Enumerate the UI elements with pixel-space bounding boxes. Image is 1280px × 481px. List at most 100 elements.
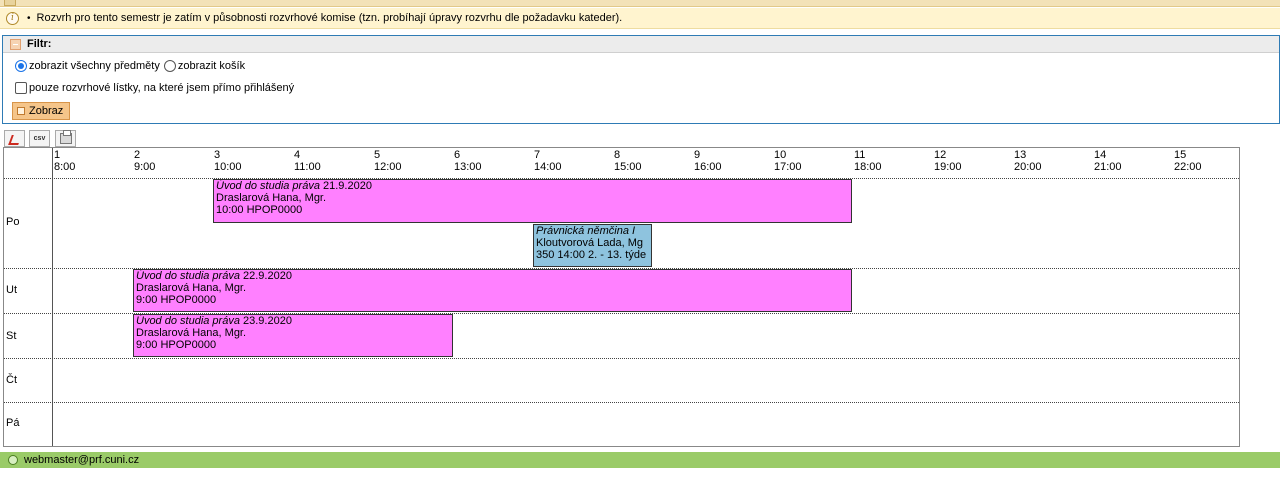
day-label-tuesday: Ut	[6, 284, 17, 296]
time-header-13: 13 20:00	[1014, 149, 1042, 173]
time-header-8: 8 15:00	[614, 149, 642, 173]
slot-time: 13:00	[454, 161, 482, 173]
radio-cart-label[interactable]: zobrazit košík	[178, 60, 245, 72]
slot-time: 17:00	[774, 161, 802, 173]
slot-number: 15	[1174, 149, 1187, 161]
event-teacher: Draslarová Hana, Mgr.	[136, 282, 247, 294]
print-icon	[59, 130, 72, 144]
print-button[interactable]	[55, 130, 76, 147]
event-info: 9:00 HPOP0000	[136, 339, 217, 351]
slot-number: 1	[54, 149, 61, 161]
slot-number: 13	[1014, 149, 1027, 161]
slot-time: 19:00	[934, 161, 962, 173]
event-title: Úvod do studia práva	[216, 180, 320, 192]
slot-number: 3	[214, 149, 221, 161]
footer-bar: webmaster@prf.cuni.cz	[0, 452, 1280, 468]
export-pdf-button[interactable]	[4, 130, 25, 147]
notice-bar: i • Rozvrh pro tento semestr je zatím v …	[0, 8, 1280, 29]
filter-title: Filtr:	[27, 38, 52, 50]
slot-time: 8:00	[54, 161, 76, 173]
row-divider	[4, 402, 1239, 403]
time-header-5: 5 12:00	[374, 149, 402, 173]
notice-text: Rozvrh pro tento semestr je zatím v půso…	[36, 12, 623, 24]
pdf-icon	[9, 134, 20, 144]
slot-time: 12:00	[374, 161, 402, 173]
row-divider	[4, 358, 1239, 359]
event-uvod-wednesday[interactable]: Úvod do studia práva 23.9.2020 Draslarov…	[133, 314, 453, 357]
time-header-1: 1 8:00	[54, 149, 75, 173]
button-icon	[17, 107, 25, 115]
time-header-10: 10 17:00	[774, 149, 802, 173]
event-info: 350 14:00 2. - 13. týde	[536, 249, 647, 261]
schedule-grid: 1 8:00 2 9:00 3 10:00 4 11:00 5 12:00 6 13:00 …	[3, 147, 1240, 447]
export-csv-button[interactable]: csv	[29, 130, 50, 147]
slot-number: 4	[294, 149, 301, 161]
slot-number: 6	[454, 149, 461, 161]
event-uvod-tuesday[interactable]: Úvod do studia práva 22.9.2020 Draslarov…	[133, 269, 852, 312]
slot-number: 14	[1094, 149, 1107, 161]
time-header-15: 15 22:00	[1174, 149, 1202, 173]
event-teacher: Draslarová Hana, Mgr.	[216, 192, 327, 204]
slot-number: 11	[854, 149, 866, 161]
slot-time: 11:00	[294, 161, 321, 173]
radio-cart[interactable]	[163, 60, 176, 72]
slot-time: 15:00	[614, 161, 642, 173]
bullet: •	[27, 12, 31, 24]
radio-all-label[interactable]: zobrazit všechny předměty	[29, 60, 160, 72]
collapse-tab[interactable]	[4, 0, 16, 6]
filter-panel: Filtr: zobrazit všechny předměty zobrazi…	[2, 35, 1280, 124]
only-enrolled-label[interactable]: pouze rozvrhové lístky, na které jsem př…	[29, 82, 294, 94]
day-label-friday: Pá	[6, 417, 20, 429]
time-header-6: 6 13:00	[454, 149, 482, 173]
radio-all-subjects[interactable]	[15, 60, 27, 72]
time-header-3: 3 10:00	[214, 149, 242, 173]
slot-number: 5	[374, 149, 381, 161]
slot-time: 22:00	[1174, 161, 1202, 173]
slot-number: 7	[534, 149, 541, 161]
collapse-icon[interactable]	[10, 38, 21, 50]
time-header-7: 7 14:00	[534, 149, 562, 173]
time-header-14: 14 21:00	[1094, 149, 1122, 173]
day-label-thursday: Čt	[6, 374, 17, 386]
enrolled-option: pouze rozvrhové lístky, na které jsem př…	[15, 82, 294, 94]
event-title: Úvod do studia práva	[136, 315, 240, 327]
slot-number: 2	[134, 149, 141, 161]
top-strip	[0, 0, 1280, 7]
contact-icon	[8, 455, 18, 465]
event-date: 22.9.2020	[243, 270, 292, 282]
display-options: zobrazit všechny předměty zobrazit košík	[15, 60, 245, 72]
slot-time: 14:00	[534, 161, 562, 173]
time-header-12: 12 19:00	[934, 149, 962, 173]
slot-time: 20:00	[1014, 161, 1042, 173]
event-info: 10:00 HPOP0000	[216, 204, 303, 216]
slot-number: 12	[934, 149, 947, 161]
time-header-4: 4 11:00	[294, 149, 321, 173]
slot-number: 9	[694, 149, 701, 161]
time-header-9: 9 16:00	[694, 149, 722, 173]
event-teacher: Kloutvorová Lada, Mg	[536, 237, 644, 249]
slot-time: 10:00	[214, 161, 242, 173]
event-nemcina-monday[interactable]: Právnická němčina I Kloutvorová Lada, Mg…	[533, 224, 652, 267]
slot-number: 8	[614, 149, 621, 161]
slot-time: 16:00	[694, 161, 722, 173]
csv-label: csv	[33, 135, 46, 142]
show-button[interactable]: Zobraz	[12, 102, 71, 120]
event-title: Právnická němčina I	[536, 225, 636, 237]
event-date: 23.9.2020	[243, 315, 292, 327]
time-header-11: 11 18:00	[854, 149, 882, 173]
day-label-monday: Po	[6, 216, 20, 228]
footer-email-link[interactable]: webmaster@prf.cuni.cz	[24, 454, 139, 466]
only-enrolled-checkbox[interactable]	[15, 82, 27, 94]
event-date: 21.9.2020	[323, 180, 372, 192]
info-icon: i	[6, 11, 19, 25]
event-title: Úvod do studia práva	[136, 270, 240, 282]
event-uvod-monday[interactable]: Úvod do studia práva 21.9.2020 Draslarov…	[213, 179, 852, 223]
slot-time: 21:00	[1094, 161, 1122, 173]
slot-number: 10	[774, 149, 787, 161]
filter-header[interactable]: Filtr:	[3, 35, 1279, 53]
event-teacher: Draslarová Hana, Mgr.	[136, 327, 247, 339]
show-button-label: Zobraz	[29, 105, 64, 117]
day-label-wednesday: St	[6, 330, 17, 342]
slot-time: 18:00	[854, 161, 882, 173]
time-header-2: 2 9:00	[134, 149, 155, 173]
